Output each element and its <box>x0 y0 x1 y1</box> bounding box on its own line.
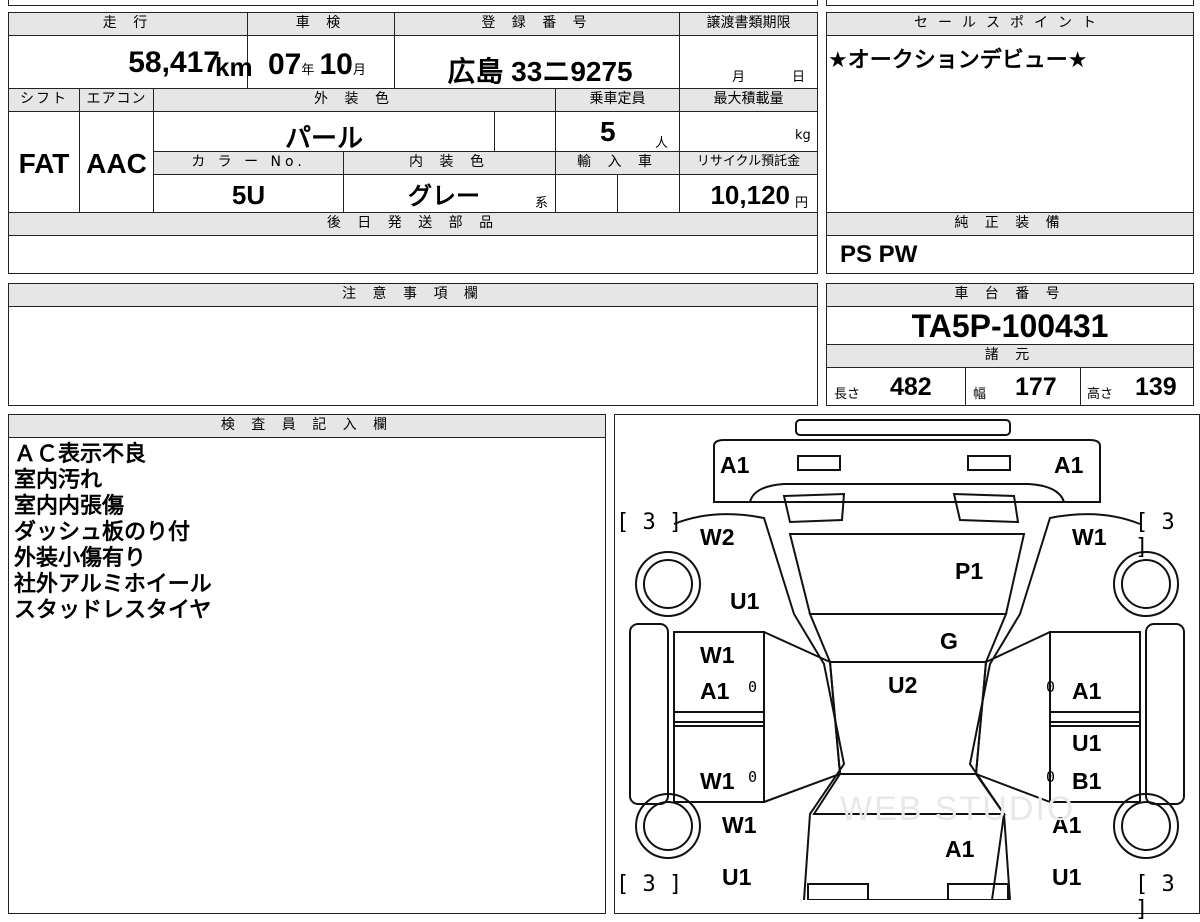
registration-number: 広島 33ニ9275 <box>447 56 633 87</box>
exterior-color-value: パール <box>284 123 363 153</box>
damage-rl-door: W1 <box>700 768 735 794</box>
mileage-value: 58,417 <box>128 46 220 79</box>
damage-hood: P1 <box>955 558 984 584</box>
mileage-unit: km <box>215 52 253 82</box>
note-line: 社外アルミホイール <box>14 572 212 597</box>
length-value: 482 <box>890 373 932 401</box>
equipment-header: 純 正 装 備 <box>827 213 1193 235</box>
note-line: 外装小傷有り <box>14 546 147 571</box>
note-line: 室内汚れ <box>14 468 103 493</box>
inspection-header: 車 検 <box>248 13 394 35</box>
sales-point-text: ★オークションデビュー★ <box>828 48 1088 73</box>
year-unit: 年 <box>301 63 315 78</box>
chassis-header: 車 台 番 号 <box>827 284 1193 306</box>
capacity-header: 乗車定員 <box>556 89 679 111</box>
zero-mark-3: 0 <box>748 768 758 786</box>
color-number-value: 5U <box>231 180 266 210</box>
max-load-header: 最大積載量 <box>680 89 817 111</box>
top-cut-strip <box>8 0 818 6</box>
interior-color-value: グレー <box>408 183 480 210</box>
inspector-notes: ＡＣ表示不良 室内汚れ 室内内張傷 ダッシュ板のり付 外装小傷有り 社外アルミホ… <box>14 442 212 624</box>
capacity-unit: 人 <box>655 136 669 151</box>
recycle-deposit-unit: 円 <box>795 196 809 211</box>
registration-header: 登 録 番 号 <box>395 13 679 35</box>
color-number-header: カ ラ ー No. <box>154 152 343 174</box>
inspection-date: 07年 10月 <box>268 48 398 82</box>
interior-color-header: 内 装 色 <box>344 152 555 174</box>
damage-front-right: A1 <box>1054 452 1084 478</box>
note-line: 室内内張傷 <box>14 494 125 519</box>
chassis-number: TA5P-100431 <box>911 308 1109 344</box>
width-value: 177 <box>1015 373 1057 401</box>
month-unit: 月 <box>352 63 366 78</box>
transfer-day: 日 <box>792 70 806 85</box>
width-label: 幅 <box>973 387 987 402</box>
equipment-value: PS PW <box>840 241 918 268</box>
shift-header: シフト <box>9 89 79 111</box>
damage-trunk: A1 <box>945 836 975 862</box>
sales-point-header: セールスポイント <box>827 13 1193 35</box>
interior-color-suffix: 系 <box>535 196 549 211</box>
damage-front-left: A1 <box>720 452 750 478</box>
watermark: WEB STUDIO <box>840 790 1076 828</box>
transfer-month: 月 <box>732 70 746 85</box>
bracket-front-right: [ 3 ] <box>1135 510 1175 560</box>
damage-fr-door: A1 <box>1072 678 1102 704</box>
recycle-deposit-header: リサイクル預託金 <box>680 152 817 174</box>
aircon-header: エアコン <box>80 89 153 111</box>
dimensions-header: 諸 元 <box>827 345 1193 367</box>
import-header: 輸 入 車 <box>556 152 679 174</box>
length-label: 長さ <box>834 387 861 402</box>
zero-mark-4: 0 <box>1046 768 1056 786</box>
mileage-header: 走 行 <box>9 13 247 35</box>
bracket-rear-right: [ 3 ] <box>1135 872 1175 922</box>
max-load-unit: kg <box>795 128 811 143</box>
recycle-deposit-value: 10,120 <box>710 180 790 210</box>
note-line: スタッドレスタイヤ <box>14 598 212 623</box>
capacity-value: 5 <box>600 116 616 147</box>
bracket-rear-left: [ 3 ] <box>616 872 683 897</box>
inspector-header: 検 査 員 記 入 欄 <box>9 415 605 437</box>
damage-roof: U2 <box>888 672 918 698</box>
height-value: 139 <box>1135 373 1177 401</box>
damage-fender-left: W2 <box>700 524 735 550</box>
damage-fender-right: W1 <box>1072 524 1107 550</box>
top-cut-strip-right <box>826 0 1194 6</box>
damage-fl-door-2: A1 <box>700 678 730 704</box>
aircon-value: AAC <box>86 148 147 179</box>
shift-value: FAT <box>18 148 70 179</box>
damage-left-u1: U1 <box>730 588 760 614</box>
bracket-front-left: [ 3 ] <box>616 510 683 535</box>
damage-rear-right-u1: U1 <box>1052 864 1082 890</box>
transfer-deadline-header: 譲渡書類期限 <box>680 13 817 35</box>
later-parts-header: 後 日 発 送 部 品 <box>9 213 817 235</box>
damage-rr-door-2: B1 <box>1072 768 1102 794</box>
zero-mark-2: 0 <box>1046 678 1056 696</box>
note-line: ＡＣ表示不良 <box>14 442 147 467</box>
zero-mark-1: 0 <box>748 678 758 696</box>
note-line: ダッシュ板のり付 <box>14 520 191 545</box>
inspection-year: 07 <box>268 48 302 81</box>
damage-windshield: G <box>940 628 958 654</box>
inspection-month: 10 <box>319 48 353 81</box>
caution-header: 注 意 事 項 欄 <box>9 284 817 306</box>
damage-rear-fender-left: W1 <box>722 812 757 838</box>
exterior-color-header: 外 装 色 <box>154 89 555 111</box>
damage-rr-door-1: U1 <box>1072 730 1102 756</box>
height-label: 高さ <box>1087 387 1114 402</box>
damage-fl-door-1: W1 <box>700 642 735 668</box>
damage-rear-left-u1: U1 <box>722 864 752 890</box>
